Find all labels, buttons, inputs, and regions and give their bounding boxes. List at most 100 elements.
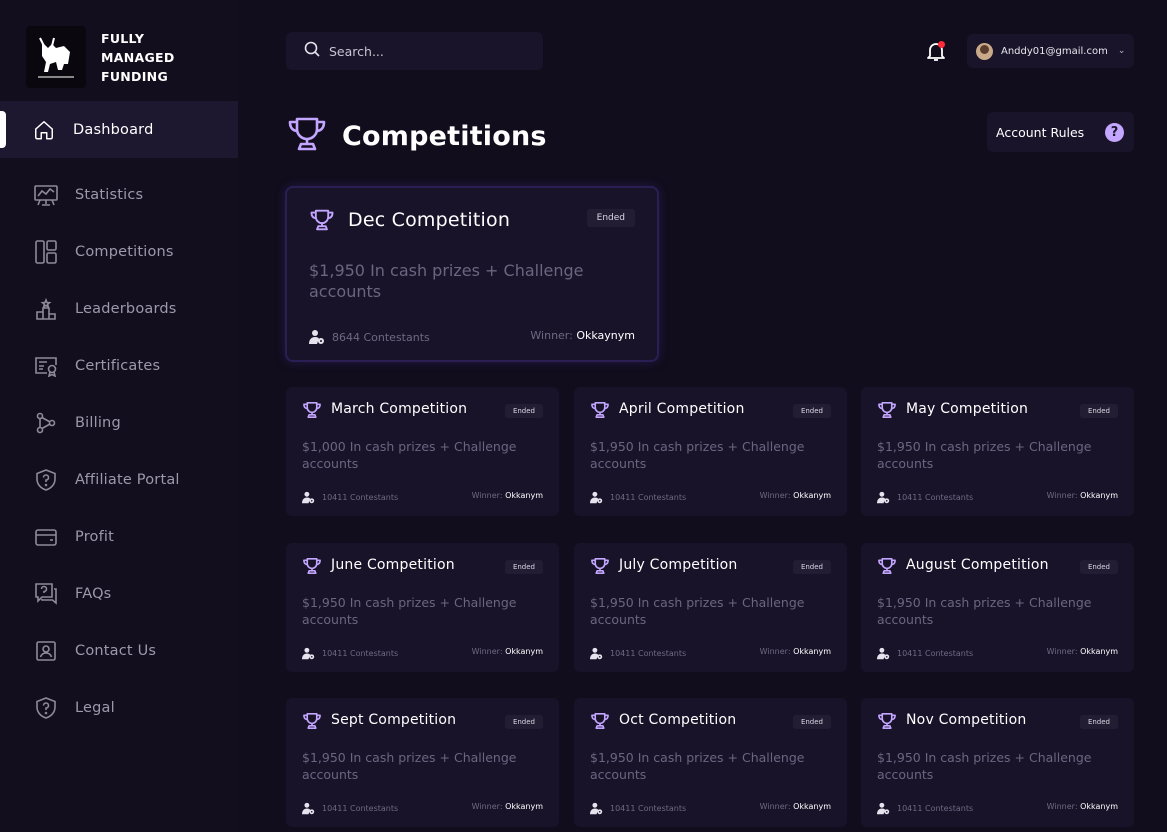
trophy-icon	[877, 401, 897, 423]
sidebar-item-contact-us[interactable]: Contact Us	[0, 622, 238, 679]
trophy-icon	[877, 712, 897, 734]
sidebar: FULLY MANAGED FUNDING Dashboard Statisti…	[0, 0, 238, 832]
home-icon	[32, 118, 56, 142]
trophy-icon	[302, 401, 322, 423]
competition-card[interactable]: May Competition Ended $1,950 In cash prize…	[861, 387, 1134, 516]
sidebar-item-faqs[interactable]: FAQs	[0, 565, 238, 622]
status-badge: Ended	[792, 404, 831, 418]
status-badge: Ended	[792, 715, 831, 729]
sidebar-item-label: Affiliate Portal	[75, 471, 180, 488]
competition-title: July Competition	[619, 557, 738, 573]
winner: Winner: Okkanym	[472, 491, 543, 500]
sidebar-item-statistics[interactable]: Statistics	[0, 166, 238, 223]
competition-card[interactable]: Sept Competition Ended $1,950 In cash priz…	[286, 698, 559, 827]
leaderboards-icon	[34, 297, 58, 321]
winner: Winner: Okkanym	[472, 647, 543, 656]
contestants-icon	[309, 330, 324, 344]
sidebar-item-affiliate-portal[interactable]: Affiliate Portal	[0, 451, 238, 508]
sidebar-item-certificates[interactable]: Certificates	[0, 337, 238, 394]
contestants-icon	[590, 647, 603, 660]
contestants-icon	[302, 647, 315, 660]
competition-card[interactable]: Oct Competition Ended $1,950 In cash prize…	[574, 698, 847, 827]
status-badge: Ended	[1079, 404, 1118, 418]
sidebar-item-label: Certificates	[75, 357, 161, 374]
bull-logo-icon	[26, 26, 86, 88]
faqs-icon	[34, 582, 58, 606]
winner: Winner: Okkanym	[760, 647, 831, 656]
sidebar-item-legal[interactable]: Legal	[0, 679, 238, 736]
sidebar-item-competitions[interactable]: Competitions	[0, 223, 238, 280]
winner: Winner: Okkanym	[760, 491, 831, 500]
contestants-label: 10411 Contestants	[322, 804, 399, 813]
sidebar-item-leaderboards[interactable]: Leaderboards	[0, 280, 238, 337]
status-badge: Ended	[504, 404, 543, 418]
competition-description: $1,950 In cash prizes + Challenge accoun…	[590, 595, 805, 627]
competition-description: $1,950 In cash prizes + Challenge accoun…	[877, 750, 1092, 782]
trophy-icon	[309, 208, 335, 236]
sidebar-item-profit[interactable]: Profit	[0, 508, 238, 565]
winner-label: Winner:	[471, 491, 503, 500]
contestants-count: 10411 Contestants	[877, 491, 973, 504]
contestants-label: 10411 Contestants	[897, 649, 974, 658]
brand-name: FULLY MANAGED FUNDING	[101, 29, 175, 86]
notification-bell-icon[interactable]	[924, 39, 948, 63]
user-menu[interactable]: Anddy01@gmail.com ⌄	[967, 34, 1134, 68]
sidebar-item-label: Legal	[75, 699, 115, 716]
competition-card[interactable]: Nov Competition Ended $1,950 In cash prize…	[861, 698, 1134, 827]
search-icon	[304, 41, 320, 61]
search-bar[interactable]	[286, 32, 543, 70]
contestants-label: 10411 Contestants	[897, 493, 974, 502]
winner: Winner: Okkanym	[1047, 802, 1118, 811]
page-header: Competitions	[286, 116, 547, 156]
competition-title: Nov Competition	[906, 712, 1027, 728]
winner: Winner: Okkanym	[1047, 491, 1118, 500]
wallet-icon	[34, 525, 58, 549]
featured-competition-card[interactable]: Dec Competition Ended $1,950 In cash pri…	[285, 186, 659, 362]
competition-description: $1,950 In cash prizes + Challenge accoun…	[302, 595, 517, 627]
competition-card[interactable]: April Competition Ended $1,950 In cash pri…	[574, 387, 847, 516]
competition-card[interactable]: August Competition Ended $1,950 In cash pr…	[861, 543, 1134, 672]
sidebar-item-billing[interactable]: Billing	[0, 394, 238, 451]
brand-line: FUNDING	[101, 69, 168, 84]
winner-name: Okkanym	[1080, 802, 1118, 811]
winner-label: Winner:	[471, 647, 503, 656]
status-badge: Ended	[504, 560, 543, 574]
sidebar-item-label: Leaderboards	[75, 300, 177, 317]
brand-logo[interactable]: FULLY MANAGED FUNDING	[26, 26, 174, 88]
search-input[interactable]	[329, 43, 529, 59]
chevron-down-icon: ⌄	[1117, 46, 1126, 56]
shield-question-icon	[34, 468, 58, 492]
winner-name: Okkanym	[1080, 491, 1118, 500]
competition-card[interactable]: June Competition Ended $1,950 In cash priz…	[286, 543, 559, 672]
contact-icon	[34, 639, 58, 663]
sidebar-item-dashboard[interactable]: Dashboard	[0, 101, 238, 158]
sidebar-item-label: FAQs	[75, 585, 112, 602]
avatar	[976, 42, 993, 60]
winner-label: Winner:	[1046, 647, 1078, 656]
trophy-icon	[590, 712, 610, 734]
competition-title: June Competition	[331, 557, 455, 573]
brand-line: MANAGED	[101, 50, 175, 65]
contestants-icon	[590, 802, 603, 815]
competition-card[interactable]: July Competition Ended $1,950 In cash priz…	[574, 543, 847, 672]
account-rules-button[interactable]: Account Rules ?	[987, 112, 1134, 152]
competition-description: $1,950 In cash prizes + Challenge accoun…	[877, 439, 1092, 471]
status-badge: Ended	[792, 560, 831, 574]
winner-name: Okkanym	[1080, 647, 1118, 656]
contestants-icon	[877, 647, 890, 660]
trophy-icon	[302, 557, 322, 579]
contestants-icon	[877, 802, 890, 815]
competition-title: April Competition	[619, 401, 745, 417]
winner-name: Okkanym	[793, 647, 831, 656]
certificates-icon	[34, 354, 58, 378]
competition-title: March Competition	[331, 401, 468, 417]
billing-icon	[34, 411, 58, 435]
competition-card[interactable]: March Competition Ended $1,000 In cash pri…	[286, 387, 559, 516]
contestants-label: 10411 Contestants	[322, 493, 399, 502]
competition-description: $1,950 In cash prizes + Challenge accoun…	[309, 261, 584, 301]
competition-title: May Competition	[906, 401, 1029, 417]
contestants-icon	[590, 491, 603, 504]
trophy-icon	[590, 557, 610, 579]
contestants-icon	[302, 491, 315, 504]
brand-line: FULLY	[101, 31, 145, 46]
